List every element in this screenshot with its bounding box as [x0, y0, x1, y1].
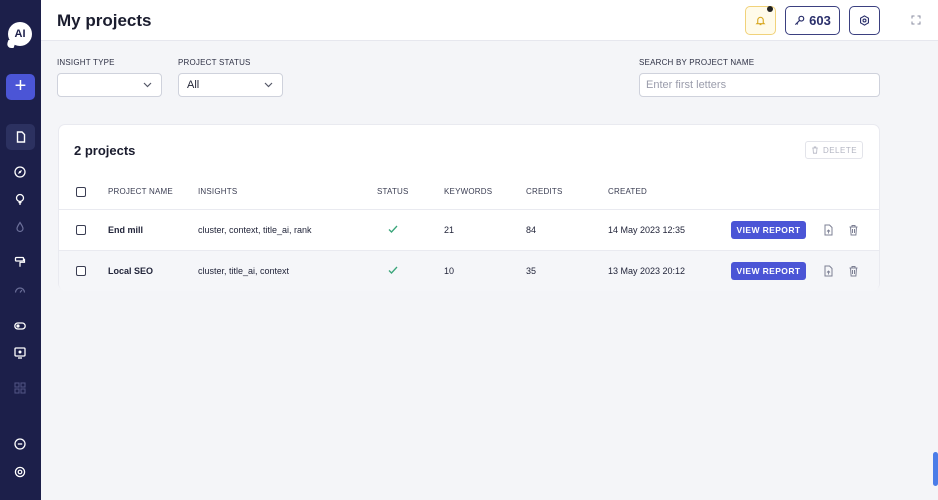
project-created: 14 May 2023 12:35 [608, 225, 686, 235]
credits-count: 603 [809, 13, 831, 28]
page-title: My projects [57, 11, 152, 30]
export-icon[interactable] [823, 224, 834, 236]
column-header-created[interactable]: CREATED [608, 187, 647, 196]
project-created: 13 May 2023 20:12 [608, 266, 686, 276]
delete-button[interactable]: DELETE [805, 141, 863, 159]
chevron-down-icon [143, 82, 152, 88]
key-icon [795, 15, 805, 26]
select-all-checkbox[interactable] [76, 187, 86, 197]
insight-type-label: INSIGHT TYPE [57, 58, 115, 67]
table-row: End mill cluster, context, title_ai, ran… [59, 209, 879, 250]
sidebar-item-drop[interactable] [12, 219, 28, 235]
checkmark-icon [388, 225, 398, 233]
table-row: Local SEO cluster, title_ai, context 10 … [59, 250, 879, 291]
trash-icon[interactable] [848, 224, 859, 236]
credits-button[interactable]: 603 [785, 6, 840, 35]
scrollbar-thumb[interactable] [933, 452, 938, 486]
sidebar-item-ideas[interactable] [12, 191, 28, 207]
project-credits: 35 [526, 266, 537, 276]
checkmark-icon [388, 266, 398, 274]
trash-icon [812, 146, 818, 154]
view-report-button[interactable]: VIEW REPORT [731, 221, 806, 239]
project-insights: cluster, title_ai, context [198, 266, 290, 276]
column-header-status[interactable]: STATUS [377, 187, 409, 196]
search-label: SEARCH BY PROJECT NAME [639, 58, 755, 67]
lightbulb-icon [15, 193, 25, 205]
logo-tail [5, 40, 17, 48]
grid-icon [14, 382, 26, 394]
link-icon [14, 438, 26, 450]
projects-count: 2 projects [74, 143, 136, 158]
bell-icon [755, 16, 766, 26]
expand-icon[interactable] [911, 15, 921, 25]
sidebar-item-design[interactable] [12, 254, 28, 270]
sidebar-item-settings[interactable] [12, 464, 28, 480]
chevron-down-icon [264, 82, 273, 88]
sidebar-item-speed[interactable] [12, 282, 28, 298]
search-input[interactable] [639, 73, 880, 97]
project-insights: cluster, context, title_ai, rank [198, 225, 312, 235]
sidebar-item-monitor[interactable] [12, 345, 28, 361]
gauge-icon [14, 287, 26, 293]
top-header: My projects 603 [41, 0, 938, 41]
sidebar-item-projects[interactable] [6, 124, 35, 150]
sidebar-item-grid[interactable] [12, 380, 28, 396]
column-header-credits[interactable]: CREDITS [526, 187, 563, 196]
monitor-icon [14, 347, 26, 359]
sidebar-item-integrations[interactable] [12, 436, 28, 452]
sidebar: AI + [0, 0, 41, 500]
new-project-button[interactable]: + [6, 74, 35, 100]
delete-label: DELETE [822, 145, 858, 155]
column-header-project-name[interactable]: PROJECT NAME [108, 187, 173, 196]
sidebar-item-explore[interactable] [12, 164, 28, 180]
export-icon[interactable] [823, 265, 834, 277]
project-status-label: PROJECT STATUS [178, 58, 251, 67]
project-status-select[interactable]: All [178, 73, 283, 97]
notification-dot [767, 6, 773, 12]
row-checkbox[interactable] [76, 266, 86, 276]
gear-icon [14, 466, 26, 478]
plus-icon: + [14, 75, 27, 97]
notifications-button[interactable] [745, 6, 776, 35]
view-report-button[interactable]: VIEW REPORT [731, 262, 806, 280]
paint-roller-icon [14, 256, 26, 267]
project-name[interactable]: Local SEO [108, 266, 153, 276]
row-checkbox[interactable] [76, 225, 86, 235]
project-status-value: All [187, 79, 200, 91]
settings-button[interactable] [849, 6, 880, 35]
settings-icon [860, 15, 869, 26]
insight-type-select[interactable] [57, 73, 162, 97]
toggle-icon [14, 322, 26, 330]
document-icon [16, 131, 25, 143]
project-keywords: 10 [444, 266, 455, 276]
column-header-keywords[interactable]: KEYWORDS [444, 187, 492, 196]
drop-icon [16, 221, 24, 233]
trash-icon[interactable] [848, 265, 859, 277]
project-credits: 84 [526, 225, 537, 235]
sidebar-item-toggle[interactable] [12, 318, 28, 334]
compass-icon [14, 166, 26, 178]
project-name[interactable]: End mill [108, 225, 143, 235]
project-keywords: 21 [444, 225, 455, 235]
column-header-insights[interactable]: INSIGHTS [198, 187, 237, 196]
projects-card: 2 projects DELETE PROJECT NAME INSIGHTS … [58, 124, 880, 291]
